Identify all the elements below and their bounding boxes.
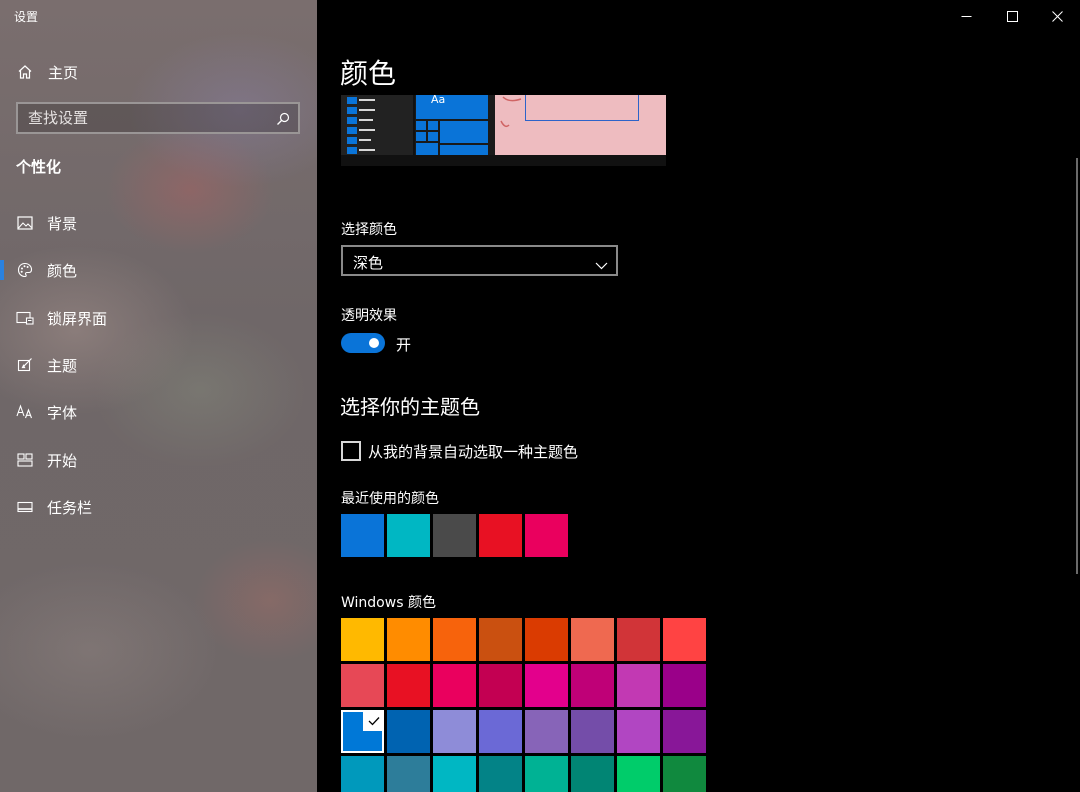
home-icon (16, 63, 34, 81)
color-swatch[interactable] (571, 710, 614, 753)
color-swatch[interactable] (341, 756, 384, 792)
color-swatch[interactable] (341, 514, 384, 557)
minimize-button[interactable] (943, 0, 989, 32)
color-swatch[interactable] (571, 618, 614, 661)
windows-colors-label: Windows 颜色 (341, 595, 436, 611)
color-swatch[interactable] (663, 664, 706, 707)
color-swatch[interactable] (617, 710, 660, 753)
color-swatch[interactable] (617, 664, 660, 707)
transparency-label: 透明效果 (341, 308, 397, 324)
color-swatch[interactable] (571, 756, 614, 792)
sidebar-item-fonts[interactable]: 字体 (0, 392, 317, 432)
color-swatch[interactable] (479, 710, 522, 753)
sidebar-item-label: 锁屏界面 (47, 309, 108, 328)
sidebar: 设置 主页 个性化 背景 颜色 锁屏界面 主题 (0, 0, 317, 792)
color-swatch[interactable] (571, 664, 614, 707)
main-pane: 颜色 Aa 选择颜色 深色 透明效果 开 选择你的主题色 从我的背景自动选取一种… (317, 0, 1080, 792)
color-swatch[interactable] (433, 756, 476, 792)
color-swatch[interactable] (479, 514, 522, 557)
search-icon[interactable] (276, 111, 290, 130)
auto-pick-checkbox[interactable] (341, 441, 361, 461)
search-box[interactable] (16, 102, 300, 134)
color-swatch[interactable] (525, 756, 568, 792)
color-swatch[interactable] (479, 756, 522, 792)
sidebar-item-lock-screen[interactable]: 锁屏界面 (0, 298, 317, 338)
section-title: 个性化 (16, 158, 62, 176)
search-input[interactable] (28, 107, 268, 129)
choose-color-label: 选择颜色 (341, 222, 397, 238)
font-icon (16, 403, 34, 421)
color-swatch[interactable] (479, 618, 522, 661)
color-swatch[interactable] (433, 514, 476, 557)
preview-start-menu (341, 95, 413, 155)
sidebar-item-taskbar[interactable]: 任务栏 (0, 487, 317, 527)
preview-taskbar (341, 155, 666, 166)
sidebar-item-background[interactable]: 背景 (0, 203, 317, 243)
preview-window (525, 95, 639, 121)
color-swatch[interactable] (341, 618, 384, 661)
color-mode-value: 深色 (353, 254, 384, 272)
minimize-icon (961, 7, 972, 26)
color-swatch[interactable] (663, 710, 706, 753)
sidebar-item-label: 颜色 (47, 261, 78, 280)
picture-icon (16, 214, 34, 232)
color-swatch[interactable] (525, 618, 568, 661)
sidebar-item-label: 开始 (47, 451, 78, 470)
color-swatch[interactable] (341, 710, 384, 753)
scrollbar[interactable] (1076, 158, 1078, 574)
maximize-icon (1006, 7, 1018, 26)
home-nav-item[interactable]: 主页 (0, 52, 317, 92)
color-swatch[interactable] (387, 756, 430, 792)
color-swatch[interactable] (433, 618, 476, 661)
sidebar-item-colors[interactable]: 颜色 (0, 250, 317, 290)
checkmark-icon (363, 710, 384, 731)
accent-color-heading: 选择你的主题色 (340, 395, 480, 419)
color-swatch[interactable] (663, 618, 706, 661)
sidebar-item-start[interactable]: 开始 (0, 440, 317, 480)
transparency-state: 开 (396, 336, 412, 354)
color-mode-dropdown[interactable]: 深色 (341, 245, 618, 276)
color-swatch[interactable] (341, 664, 384, 707)
color-swatch[interactable] (433, 664, 476, 707)
color-swatch[interactable] (663, 756, 706, 792)
toggle-knob (369, 338, 379, 348)
sidebar-item-label: 主题 (47, 356, 78, 375)
color-swatch[interactable] (387, 664, 430, 707)
theme-preview: Aa (341, 95, 666, 166)
page-title: 颜色 (340, 57, 397, 90)
preview-sample-text: Aa (431, 95, 446, 106)
recent-colors-label: 最近使用的颜色 (341, 491, 439, 507)
sidebar-item-label: 背景 (47, 214, 78, 233)
color-swatch[interactable] (387, 618, 430, 661)
taskbar-icon (16, 498, 34, 516)
app-title: 设置 (14, 10, 39, 24)
color-swatch[interactable] (525, 514, 568, 557)
close-icon (1051, 7, 1063, 26)
color-swatch[interactable] (387, 710, 430, 753)
sidebar-item-label: 任务栏 (47, 498, 93, 517)
sidebar-item-themes[interactable]: 主题 (0, 345, 317, 385)
color-swatch[interactable] (387, 514, 430, 557)
color-swatch[interactable] (525, 664, 568, 707)
theme-icon (16, 356, 34, 374)
color-swatch[interactable] (617, 756, 660, 792)
home-label: 主页 (48, 63, 79, 82)
sidebar-item-label: 字体 (47, 403, 78, 422)
auto-pick-label: 从我的背景自动选取一种主题色 (368, 443, 579, 461)
lock-screen-icon (16, 309, 34, 327)
maximize-button[interactable] (989, 0, 1035, 32)
color-swatch[interactable] (617, 618, 660, 661)
palette-icon (16, 261, 34, 279)
close-button[interactable] (1034, 0, 1080, 32)
color-swatch[interactable] (525, 710, 568, 753)
color-swatch[interactable] (479, 664, 522, 707)
color-swatch[interactable] (433, 710, 476, 753)
start-icon (16, 451, 34, 469)
transparency-toggle[interactable] (341, 333, 385, 353)
chevron-down-icon (595, 255, 608, 274)
